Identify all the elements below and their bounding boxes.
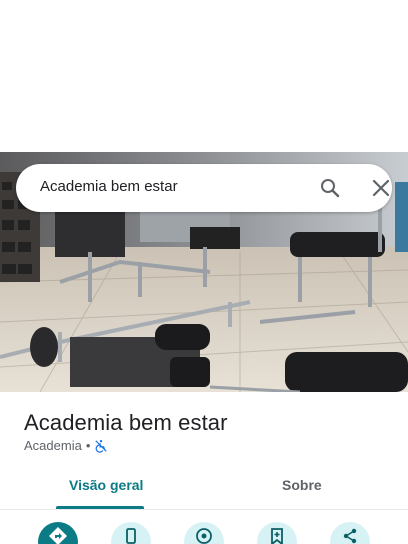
separator: • (85, 438, 91, 453)
tab-indicator (56, 506, 144, 509)
search-icon[interactable] (318, 176, 342, 200)
search-bar[interactable]: Academia bem estar (16, 164, 392, 212)
street-view-button[interactable] (184, 522, 224, 544)
place-category: Academia (24, 438, 82, 453)
directions-button[interactable] (38, 522, 78, 544)
search-input[interactable]: Academia bem estar (40, 178, 178, 195)
tab-overview[interactable]: Visão geral (69, 477, 143, 493)
place-title: Academia bem estar (24, 410, 228, 435)
save-button[interactable] (257, 522, 297, 544)
close-icon[interactable] (369, 176, 393, 200)
map-area (0, 0, 408, 152)
tab-bar: Visão geral Sobre (0, 472, 408, 510)
directions-icon (49, 527, 67, 544)
call-icon (126, 528, 136, 544)
place-subtitle: Academia • (24, 438, 108, 453)
tab-about[interactable]: Sobre (282, 477, 322, 493)
not-accessible-icon (95, 439, 108, 453)
share-button[interactable] (330, 522, 370, 544)
share-icon (343, 528, 357, 544)
save-icon (271, 528, 283, 544)
call-button[interactable] (111, 522, 151, 544)
street-view-icon (196, 528, 212, 544)
